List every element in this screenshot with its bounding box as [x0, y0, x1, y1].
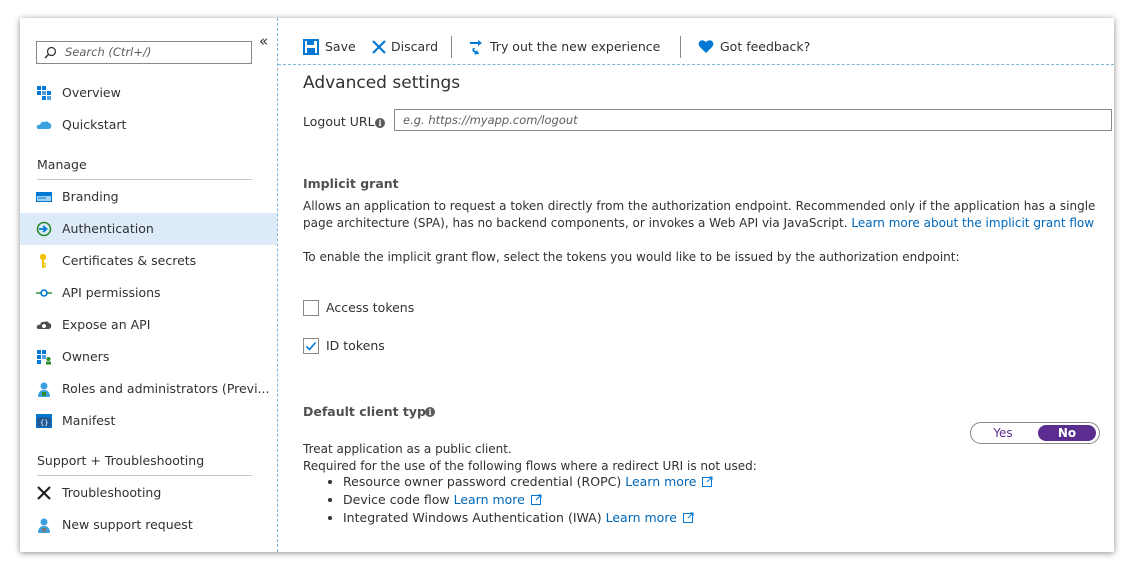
sidebar-item-new-support-request[interactable]: New support request: [20, 509, 277, 541]
enable-implicit-text: To enable the implicit grant flow, selec…: [303, 250, 960, 264]
id-tokens-checkbox[interactable]: [303, 338, 319, 354]
implicit-grant-description: Allows an application to request a token…: [303, 198, 1103, 232]
sidebar-item-certificates-secrets[interactable]: Certificates & secrets: [20, 245, 277, 277]
app-window: « Overview Quickstart Manage: [20, 18, 1114, 552]
external-link-icon: [530, 494, 542, 505]
wrench-icon: [37, 486, 51, 500]
sidebar-item-label: Owners: [62, 349, 110, 364]
search-input[interactable]: [65, 43, 245, 60]
sidebar-item-label: Authentication: [62, 221, 154, 236]
flow-text: Device code flow: [343, 492, 450, 507]
manifest-icon: {}: [36, 414, 52, 428]
external-link-icon: [702, 476, 713, 487]
key-icon: [39, 253, 47, 268]
sidebar-item-label: Overview: [62, 85, 121, 100]
swap-arrows-icon: [470, 40, 482, 55]
feedback-label: Got feedback?: [720, 39, 811, 54]
sidebar-item-manifest[interactable]: {} Manifest: [20, 405, 277, 437]
branding-icon: [36, 192, 52, 202]
save-icon: [303, 39, 319, 55]
try-new-experience-label: Try out the new experience: [490, 39, 661, 54]
logout-url-input[interactable]: [394, 109, 1112, 131]
toggle-yes-option[interactable]: Yes: [971, 423, 1035, 443]
support-section-title: Support + Troubleshooting: [37, 453, 205, 468]
sidebar-item-api-permissions[interactable]: API permissions: [20, 277, 277, 309]
sidebar-item-label: Troubleshooting: [62, 485, 162, 500]
device-code-learn-more-link[interactable]: Learn more: [454, 492, 525, 507]
heart-icon: [698, 40, 714, 53]
sidebar-item-label: Roles and administrators (Previ...: [62, 381, 270, 396]
public-client-flows-list: Resource owner password credential (ROPC…: [303, 473, 713, 527]
cloud-gear-icon: [36, 321, 52, 329]
implicit-grant-title: Implicit grant: [303, 176, 399, 191]
close-icon: [372, 40, 386, 54]
manage-section-title: Manage: [37, 157, 87, 172]
sidebar-item-label: Branding: [62, 189, 119, 204]
logout-url-label: Logout URL: [303, 114, 375, 129]
authentication-icon: [36, 221, 52, 237]
sidebar-item-label: Certificates & secrets: [62, 253, 197, 268]
api-permissions-icon: [36, 289, 52, 297]
sidebar-item-troubleshooting[interactable]: Troubleshooting: [20, 477, 277, 509]
sidebar-item-branding[interactable]: Branding: [20, 181, 277, 213]
sidebar-item-label: Expose an API: [62, 317, 151, 332]
owners-icon: [37, 350, 51, 365]
default-client-type-title: Default client type: [303, 404, 435, 419]
cloud-icon: [36, 121, 52, 129]
list-item: Integrated Windows Authentication (IWA) …: [343, 509, 713, 527]
search-icon: [44, 46, 57, 59]
id-tokens-label: ID tokens: [326, 338, 385, 353]
sidebar-item-owners[interactable]: Owners: [20, 341, 277, 373]
sidebar-item-quickstart[interactable]: Quickstart: [20, 109, 277, 141]
feedback-button[interactable]: Got feedback?: [698, 38, 813, 58]
flow-text: Resource owner password credential (ROPC…: [343, 474, 622, 489]
access-tokens-checkbox[interactable]: [303, 300, 319, 316]
sidebar-item-label: Manifest: [62, 413, 116, 428]
sidebar-item-label: API permissions: [62, 285, 161, 300]
svg-text:{}: {}: [40, 419, 48, 427]
save-label: Save: [325, 39, 356, 54]
roles-icon: [38, 382, 50, 397]
toolbar-separator: [451, 36, 452, 58]
collapse-sidebar-button[interactable]: «: [259, 32, 268, 50]
discard-label: Discard: [391, 39, 438, 54]
discard-button[interactable]: Discard: [371, 38, 441, 58]
checkmark-icon: [305, 341, 317, 351]
access-tokens-label: Access tokens: [326, 300, 415, 315]
list-item: Resource owner password credential (ROPC…: [343, 473, 713, 491]
list-item: Device code flow Learn more: [343, 491, 713, 509]
flow-text: Integrated Windows Authentication (IWA): [343, 510, 602, 525]
implicit-grant-learn-more-link[interactable]: Learn more about the implicit grant flow: [851, 216, 1094, 230]
grid-blocks-icon: [37, 86, 51, 100]
sidebar: « Overview Quickstart Manage: [20, 18, 277, 552]
command-bar: Save Discard Try out the new experience …: [278, 18, 1114, 64]
sidebar-item-overview[interactable]: Overview: [20, 77, 277, 109]
public-client-toggle[interactable]: Yes No: [970, 422, 1100, 444]
toggle-no-option[interactable]: No: [1038, 425, 1096, 441]
advanced-settings-title: Advanced settings: [303, 73, 461, 93]
sidebar-item-expose-an-api[interactable]: Expose an API: [20, 309, 277, 341]
save-button[interactable]: Save: [303, 38, 358, 58]
support-person-icon: [38, 518, 50, 533]
sidebar-item-authentication[interactable]: Authentication: [20, 213, 277, 245]
section-divider: [37, 475, 252, 476]
main-content: Advanced settings Logout URL i Implicit …: [278, 65, 1114, 552]
info-icon[interactable]: i: [425, 407, 435, 417]
section-divider: [37, 179, 252, 180]
try-new-experience-button[interactable]: Try out the new experience: [468, 38, 663, 58]
info-icon[interactable]: i: [375, 118, 385, 128]
sidebar-item-roles-administrators[interactable]: Roles and administrators (Previ...: [20, 373, 277, 405]
toolbar-separator: [680, 36, 681, 58]
sidebar-search[interactable]: [36, 41, 252, 64]
sidebar-item-label: Quickstart: [62, 117, 127, 132]
external-link-icon: [682, 512, 694, 523]
iwa-learn-more-link[interactable]: Learn more: [606, 510, 677, 525]
sidebar-item-label: New support request: [62, 517, 193, 532]
ropc-learn-more-link[interactable]: Learn more: [625, 474, 696, 489]
